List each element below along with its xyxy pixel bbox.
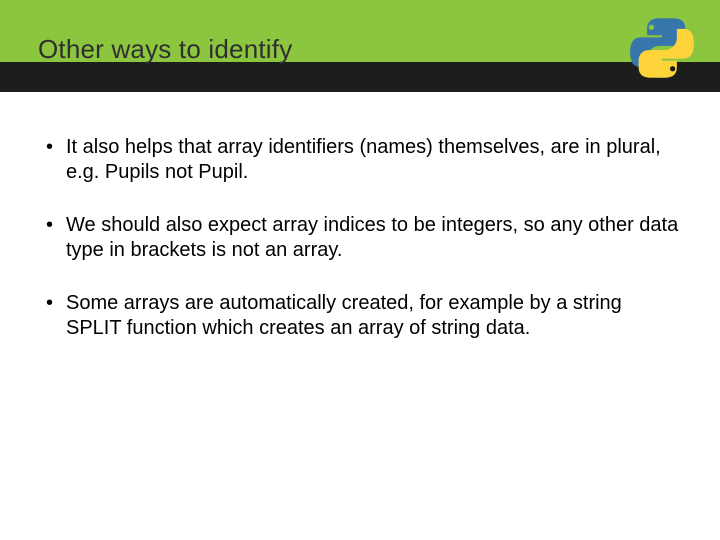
bullet-text: It also helps that array identifiers (na…: [66, 135, 680, 185]
bullet-item: • Some arrays are automatically created,…: [46, 291, 680, 341]
bullet-dot-icon: •: [46, 213, 66, 238]
bullet-text: We should also expect array indices to b…: [66, 213, 680, 263]
bullet-dot-icon: •: [46, 135, 66, 160]
header-dark-band: [0, 62, 720, 92]
bullet-item: • We should also expect array indices to…: [46, 213, 680, 263]
bullet-text: Some arrays are automatically created, f…: [66, 291, 680, 341]
bullet-dot-icon: •: [46, 291, 66, 316]
python-logo-icon: [628, 14, 696, 82]
content-area: • It also helps that array identifiers (…: [46, 135, 680, 369]
slide-container: Other ways to identify • It also helps t…: [0, 0, 720, 540]
slide-title: Other ways to identify: [38, 34, 292, 65]
bullet-item: • It also helps that array identifiers (…: [46, 135, 680, 185]
